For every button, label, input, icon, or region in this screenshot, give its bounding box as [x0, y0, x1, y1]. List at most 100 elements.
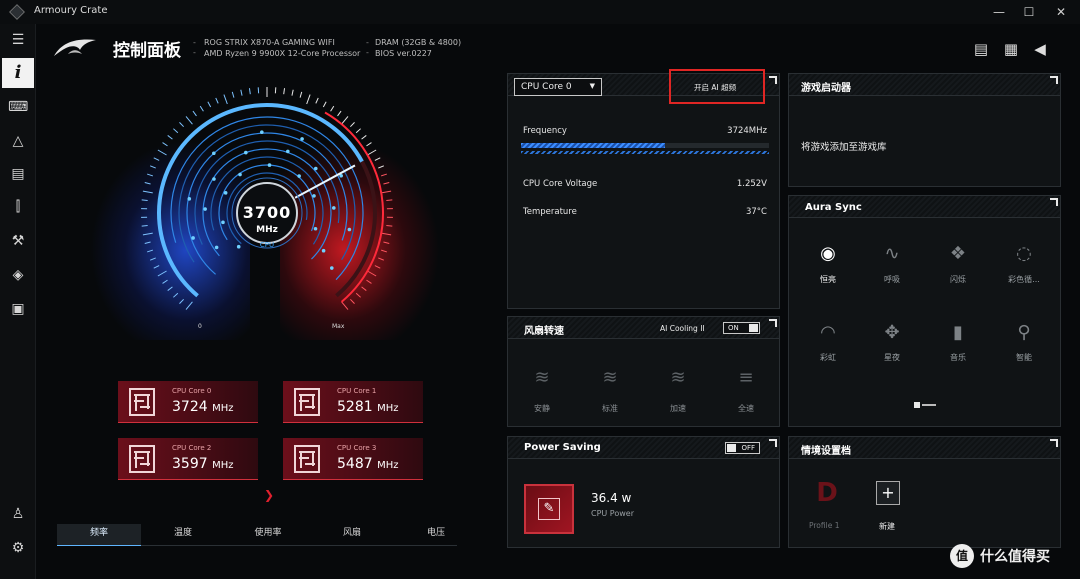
core-chip-icon	[294, 388, 320, 416]
gauge-tick	[283, 88, 286, 95]
gauge-tick	[141, 199, 148, 201]
full-speed-mode-icon[interactable]: ≡	[732, 365, 760, 391]
news-icon[interactable]: ▣	[8, 299, 28, 319]
tab-temperature[interactable]: 温度	[141, 524, 225, 546]
add-profile-icon[interactable]: +	[876, 481, 900, 505]
rainbow-effect-icon[interactable]: ◠	[815, 320, 841, 346]
core-name: CPU Core 2	[172, 444, 212, 452]
gauge-tick	[367, 149, 377, 156]
page-indicator-active[interactable]	[914, 402, 920, 408]
gauge-tick	[207, 101, 212, 108]
title-bar: Armoury Crate — ☐ ✕	[0, 0, 1080, 24]
gauge-node	[191, 236, 195, 240]
frequency-bar-track	[521, 143, 769, 148]
gauge-tick	[386, 199, 393, 201]
breathing-effect-icon[interactable]: ∿	[879, 241, 905, 267]
gauge-tick	[367, 270, 377, 277]
tab-fan[interactable]: 风扇	[310, 524, 394, 546]
gauge-tick	[383, 241, 390, 244]
cpu-power-label: CPU Power	[591, 509, 634, 518]
fan-mode-label: 标准	[602, 404, 618, 413]
gauge-tick	[361, 135, 367, 140]
announcement-icon[interactable]: ◀	[1031, 40, 1049, 58]
core-value-number: 5487	[337, 456, 373, 472]
frequency-value: 3724MHz	[727, 126, 767, 136]
page-indicator[interactable]	[922, 404, 936, 406]
keyboard-icon[interactable]: ⌨	[8, 97, 28, 117]
gauge-tick	[374, 157, 381, 161]
core-name: CPU Core 3	[337, 444, 377, 452]
motherboard-model: ROG STRIX X870-A GAMING WIFI	[204, 38, 335, 47]
chevron-down-icon: ▼	[589, 82, 595, 90]
core-value-number: 3597	[172, 456, 208, 472]
settings-icon[interactable]: ⚙	[8, 538, 28, 558]
gauge-tick	[173, 292, 179, 298]
strobing-effect-icon[interactable]: ❖	[945, 241, 971, 267]
dram-info: DRAM (32GB & 4800)	[375, 38, 462, 47]
expand-chevron-icon[interactable]: ❯	[262, 489, 276, 501]
aura-effect-label: 音乐	[950, 353, 966, 362]
report-icon[interactable]: ▤	[972, 40, 990, 58]
close-button[interactable]: ✕	[1046, 2, 1076, 22]
aura-effect-label: 星夜	[884, 353, 900, 362]
gauge-label: CPU	[259, 241, 275, 249]
gauge-node	[212, 177, 216, 181]
layout-icon[interactable]: ▦	[1002, 40, 1020, 58]
ai-cooling-toggle[interactable]: ON	[723, 322, 760, 334]
core-name: CPU Core 1	[337, 387, 377, 395]
profile-logo-icon[interactable]: D	[813, 479, 841, 507]
panel-corner	[769, 76, 777, 84]
panel-corner	[769, 319, 777, 327]
add-game-link[interactable]: 将游戏添加至游戏库	[801, 139, 887, 153]
game-panel-title: 游戏启动器	[801, 83, 851, 94]
spec-bullets-2: --	[366, 38, 369, 57]
system-tuning-icon[interactable]: ⫿	[8, 197, 28, 217]
minimize-button[interactable]: —	[984, 2, 1014, 22]
menu-icon[interactable]: ☰	[8, 30, 28, 50]
music-effect-icon[interactable]: ▮	[945, 320, 971, 346]
gauge-tick	[378, 165, 385, 169]
game-library-icon[interactable]: ▤	[8, 164, 28, 184]
core-select[interactable]: CPU Core 0 ▼	[514, 78, 602, 96]
gauge-tick	[142, 190, 153, 194]
tab-usage[interactable]: 使用率	[226, 524, 310, 546]
tab-voltage[interactable]: 电压	[394, 524, 478, 546]
aura-icon[interactable]: △	[8, 131, 28, 151]
ai-cooling-toggle-label: ON	[728, 324, 739, 332]
aura-sync-panel: Aura Sync ◉ ∿ ❖ ◌ 恒亮 呼吸 闪烁 彩色循... ◠ ✥ ▮ …	[788, 195, 1061, 427]
power-saving-toggle[interactable]: OFF	[725, 442, 760, 454]
gauge-tick	[179, 122, 185, 128]
highlight-box	[669, 69, 765, 104]
tools-icon[interactable]: ⚒	[8, 231, 28, 251]
deals-icon[interactable]: ◈	[8, 265, 28, 285]
gauge-tick	[240, 89, 243, 96]
power-panel-title: Power Saving	[524, 442, 601, 453]
smart-effect-icon[interactable]: ⚲	[1011, 320, 1037, 346]
gauge-tick	[330, 105, 335, 112]
standard-mode-icon[interactable]: ≋	[596, 365, 624, 391]
aura-effect-label: 恒亮	[820, 275, 836, 284]
frequency-label: Frequency	[523, 126, 567, 136]
static-effect-icon[interactable]: ◉	[815, 241, 841, 267]
core-value: 3724 MHz	[172, 399, 234, 415]
gauge-tick	[147, 249, 154, 253]
temperature-value: 37°C	[745, 207, 767, 217]
gauge-tick	[167, 135, 173, 140]
color-cycle-effect-icon[interactable]: ◌	[1011, 241, 1037, 267]
silent-mode-icon[interactable]: ≋	[528, 365, 556, 391]
gauge-tick	[142, 232, 153, 236]
page-title: 控制面板	[113, 41, 181, 61]
user-icon[interactable]: ♙	[8, 504, 28, 524]
gauge-node	[329, 266, 334, 270]
window-title: Armoury Crate	[34, 5, 108, 16]
info-icon[interactable]: i	[2, 58, 34, 88]
core-value-number: 3724	[172, 399, 208, 415]
turbo-mode-icon[interactable]: ≋	[664, 365, 692, 391]
aura-effect-label: 彩色循...	[1008, 275, 1040, 284]
gauge-tick	[141, 225, 148, 227]
tab-frequency[interactable]: 频率	[57, 524, 141, 546]
starry-night-effect-icon[interactable]: ✥	[879, 320, 905, 346]
gauge-node	[313, 226, 318, 231]
maximize-button[interactable]: ☐	[1014, 2, 1044, 22]
gauge-tick	[380, 249, 387, 253]
